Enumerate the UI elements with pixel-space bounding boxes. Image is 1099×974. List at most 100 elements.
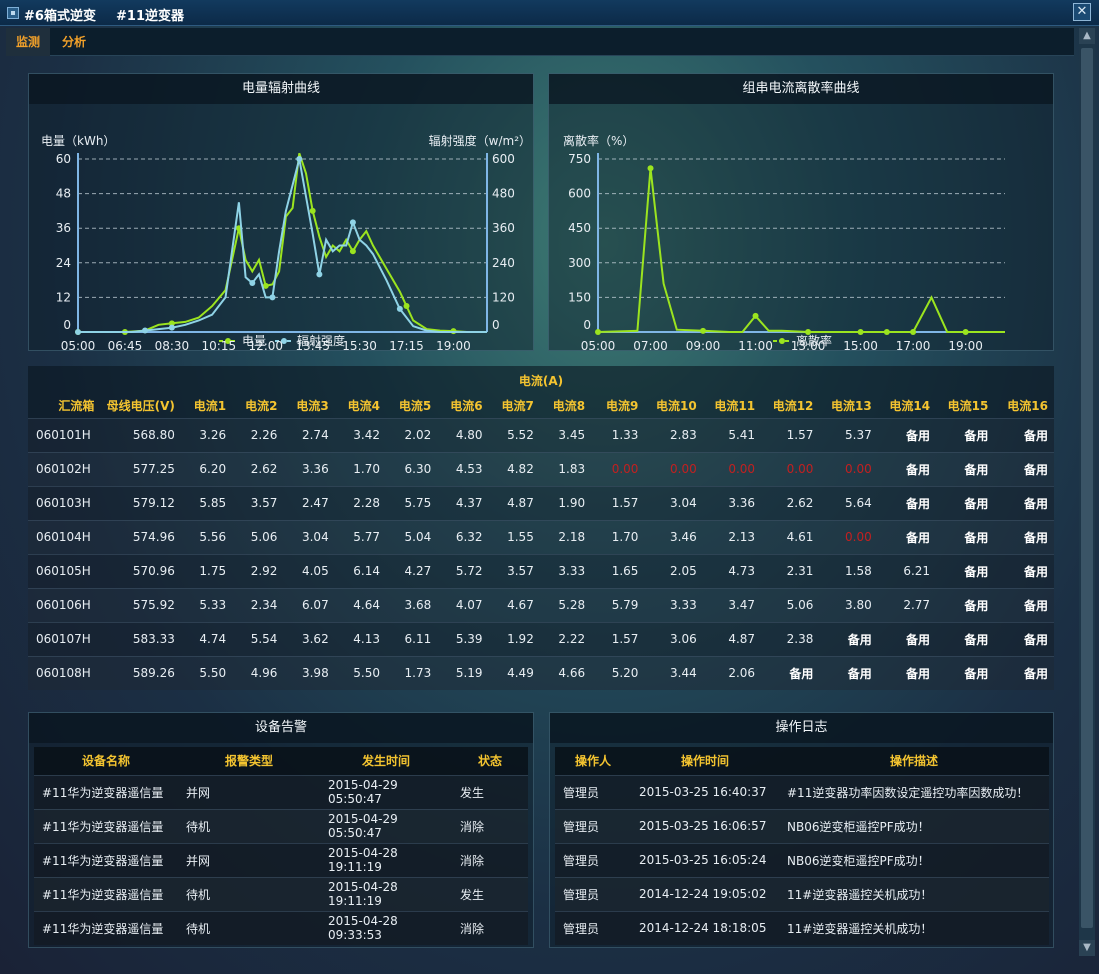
column-header: 电流3 bbox=[283, 394, 335, 418]
table-row[interactable]: 管理员 2015-03-25 16:05:24 NB06逆变柜遥控PF成功！ bbox=[555, 842, 1049, 877]
table-cell: 5.79 bbox=[591, 587, 645, 622]
dispersion-axis-title: 离散率（%） bbox=[563, 133, 634, 148]
scrollbar[interactable]: ▲ ▼ bbox=[1079, 28, 1095, 956]
data-point bbox=[309, 207, 316, 214]
table-cell: 6.30 bbox=[385, 451, 438, 486]
combiner-box-id: 060107H bbox=[28, 621, 101, 656]
table-cell: 6.07 bbox=[283, 587, 335, 622]
tab-analysis[interactable]: 分析 bbox=[52, 28, 96, 56]
table-cell: 发生 bbox=[452, 774, 528, 809]
table-row[interactable]: 060105H 570.96 1.75 2.92 4.05 6.14 4.27 5.72 3.5… bbox=[28, 553, 1054, 588]
data-point bbox=[349, 219, 356, 226]
title-station: #6箱式逆变 bbox=[24, 9, 96, 24]
table-cell: 3.26 bbox=[180, 417, 233, 452]
table-cell: 待机 bbox=[178, 808, 320, 843]
table-row[interactable]: 060107H 583.33 4.74 5.54 3.62 4.13 6.11 5.39 1.9… bbox=[28, 621, 1054, 656]
y2-tick-label: 600 bbox=[492, 152, 515, 166]
table-cell: 待机 bbox=[178, 876, 320, 911]
table-row[interactable]: 060104H 574.96 5.56 5.06 3.04 5.77 5.04 6.32 1.5… bbox=[28, 519, 1054, 554]
table-cell: 备用 bbox=[819, 655, 878, 690]
y2-tick-label: 240 bbox=[492, 256, 515, 270]
radiation-axis-title: 辐射强度（w/m²） bbox=[429, 133, 531, 148]
column-header: 电流8 bbox=[539, 394, 592, 418]
operation-log-table: 操作人 操作时间 操作描述 管理员 2015-03-25 16:40:37 #11逆变器… bbox=[555, 747, 1049, 945]
table-cell: 2015-04-28 19:11:19 bbox=[320, 842, 452, 877]
table-cell: 3.98 bbox=[283, 655, 335, 690]
operator-name: 管理员 bbox=[555, 808, 631, 843]
table-cell: 5.04 bbox=[385, 519, 438, 554]
table-row[interactable]: 060108H 589.26 5.50 4.96 3.98 5.50 1.73 5.19 4.4… bbox=[28, 655, 1054, 690]
table-cell: 备用 bbox=[994, 485, 1054, 520]
table-cell: 备用 bbox=[994, 587, 1054, 622]
table-row[interactable]: 管理员 2015-03-25 16:06:57 NB06逆变柜遥控PF成功！ bbox=[555, 808, 1049, 843]
table-cell: 4.37 bbox=[437, 485, 489, 520]
table-cell: 3.06 bbox=[644, 621, 703, 656]
table-row[interactable]: #11华为逆变器遥信量 并网 2015-04-29 05:50:47 发生 bbox=[34, 774, 528, 809]
column-header: 设备名称 bbox=[34, 747, 178, 775]
table-cell: 3.36 bbox=[702, 485, 762, 520]
table-cell: 1.83 bbox=[539, 451, 592, 486]
table-cell: 备用 bbox=[994, 621, 1054, 656]
table-cell: 备用 bbox=[994, 417, 1054, 452]
data-point bbox=[168, 324, 175, 331]
table-row[interactable]: 管理员 2015-03-25 16:40:37 #11逆变器功率因数设定遥控功率因数… bbox=[555, 774, 1049, 809]
dispersion-chart: 离散率（%） 离散率 015030045060075005:00 07:00 09:… bbox=[563, 133, 1005, 353]
x-tick-label: 15:00 bbox=[843, 339, 878, 352]
table-row[interactable]: #11华为逆变器遥信量 待机 2015-04-29 05:50:47 消除 bbox=[34, 808, 528, 843]
x-tick-label: 06:45 bbox=[108, 339, 143, 352]
table-row[interactable]: 管理员 2014-12-24 19:05:02 11#逆变器遥控关机成功！ bbox=[555, 876, 1049, 911]
table-cell: 备用 bbox=[994, 451, 1054, 486]
table-cell: #11逆变器功率因数设定遥控功率因数成功！ bbox=[779, 774, 1049, 809]
y2-tick-label: 360 bbox=[492, 221, 515, 235]
table-cell: 2015-04-29 05:50:47 bbox=[320, 808, 452, 843]
table-cell: 备用 bbox=[994, 655, 1054, 690]
data-point bbox=[269, 294, 276, 301]
table-row[interactable]: 060103H 579.12 5.85 3.57 2.47 2.28 5.75 4.37 4.8… bbox=[28, 485, 1054, 520]
close-icon[interactable]: ✕ bbox=[1073, 3, 1091, 21]
table-cell: 2.83 bbox=[644, 417, 703, 452]
column-header: 状态 bbox=[452, 747, 528, 775]
table-cell: 0.00 bbox=[819, 451, 878, 486]
alarm-panel: 设备告警 设备名称 报警类型 发生时间 状态 #11华为逆变器遥信量 并网 2015-04… bbox=[28, 712, 534, 948]
table-row[interactable]: 060106H 575.92 5.33 2.34 6.07 4.64 3.68 4.07 4.6… bbox=[28, 587, 1054, 622]
data-point bbox=[349, 248, 356, 255]
table-cell: 备用 bbox=[877, 519, 937, 554]
y-tick-label: 450 bbox=[568, 221, 591, 235]
table-cell: 备用 bbox=[936, 655, 995, 690]
scroll-up-icon[interactable]: ▲ bbox=[1079, 28, 1095, 44]
table-cell: 6.11 bbox=[385, 621, 438, 656]
x-tick-label: 05:00 bbox=[581, 339, 616, 352]
table-row[interactable]: #11华为逆变器遥信量 待机 2015-04-28 19:11:19 发生 bbox=[34, 876, 528, 911]
combiner-box-id: 060103H bbox=[28, 485, 101, 520]
scroll-down-icon[interactable]: ▼ bbox=[1079, 940, 1095, 956]
table-row[interactable]: #11华为逆变器遥信量 并网 2015-04-28 19:11:19 消除 bbox=[34, 842, 528, 877]
combiner-box-id: 060108H bbox=[28, 655, 101, 690]
scroll-thumb[interactable] bbox=[1081, 48, 1093, 928]
table-cell: 5.33 bbox=[180, 587, 233, 622]
table-cell: 589.26 bbox=[100, 655, 181, 690]
table-row[interactable]: 060102H 577.25 6.20 2.62 3.36 1.70 6.30 4.53 4.8… bbox=[28, 451, 1054, 486]
x-tick-label: 17:15 bbox=[389, 339, 424, 352]
table-row[interactable]: 管理员 2014-12-24 18:18:05 11#逆变器遥控关机成功！ bbox=[555, 910, 1049, 945]
column-header: 电流5 bbox=[385, 394, 438, 418]
table-cell: 0.00 bbox=[761, 451, 820, 486]
table-cell: 消除 bbox=[452, 808, 528, 843]
title-bar: #6箱式逆变 #11逆变器 ✕ bbox=[0, 0, 1099, 26]
table-cell: 4.49 bbox=[488, 655, 540, 690]
table-cell: 0.00 bbox=[591, 451, 645, 486]
column-header: 电流4 bbox=[334, 394, 386, 418]
tab-monitor[interactable]: 监测 bbox=[6, 28, 51, 56]
column-header: 汇流箱 bbox=[28, 394, 101, 418]
table-row[interactable]: #11华为逆变器遥信量 待机 2015-04-28 09:33:53 消除 bbox=[34, 910, 528, 945]
table-cell: 2.06 bbox=[702, 655, 762, 690]
y2-tick-label: 120 bbox=[492, 290, 515, 304]
table-cell: 5.75 bbox=[385, 485, 438, 520]
combiner-box-id: 060102H bbox=[28, 451, 101, 486]
operator-name: 管理员 bbox=[555, 842, 631, 877]
table-cell: 6.14 bbox=[334, 553, 386, 588]
table-cell: 3.46 bbox=[644, 519, 703, 554]
table-cell: 2.74 bbox=[283, 417, 335, 452]
table-cell: 4.27 bbox=[385, 553, 438, 588]
table-row[interactable]: 060101H 568.80 3.26 2.26 2.74 3.42 2.02 4.80 5.5… bbox=[28, 417, 1054, 452]
table-cell: 1.55 bbox=[488, 519, 540, 554]
